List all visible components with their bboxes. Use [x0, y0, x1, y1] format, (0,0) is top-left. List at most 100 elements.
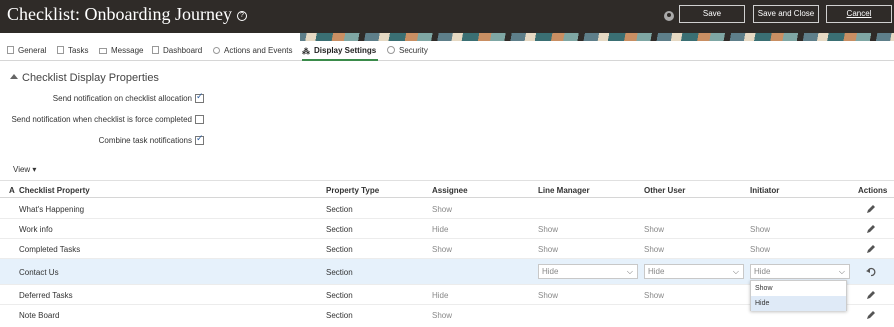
assignee-cell: Show	[432, 245, 453, 254]
table-row[interactable]: Work info Section Hide Show Show Show	[0, 219, 894, 239]
page-title-text: Checklist: Onboarding Journey	[7, 4, 232, 24]
tab-message[interactable]: Message	[99, 46, 143, 61]
tab-tasks[interactable]: Tasks	[57, 46, 88, 61]
collapse-triangle-icon[interactable]	[10, 74, 18, 79]
table-row[interactable]: Completed Tasks Section Show Show Show S…	[0, 239, 894, 259]
tab-dashboard-label: Dashboard	[163, 46, 203, 55]
dashboard-icon	[152, 46, 159, 54]
edit-pencil-icon[interactable]	[866, 244, 876, 254]
save-button[interactable]: Save	[679, 5, 745, 23]
tab-display-settings[interactable]: ⁂ Display Settings	[302, 46, 379, 61]
cancel-button[interactable]: Cancel	[826, 5, 892, 23]
initiator-select-value: Hide	[754, 267, 771, 276]
combine-notifications-checkbox[interactable]	[195, 134, 204, 145]
column-header-a[interactable]: A	[9, 186, 15, 195]
flag-notify-force-completed: Send notification when checklist is forc…	[0, 115, 204, 127]
property-cell: Note Board	[19, 311, 60, 320]
line-manager-select[interactable]: Hide ⌵	[538, 264, 638, 279]
property-cell: What's Happening	[19, 205, 85, 214]
column-header-other-user[interactable]: Other User	[644, 186, 685, 195]
initiator-dropdown-list: Show Hide	[750, 280, 847, 311]
line-manager-cell: Show	[538, 291, 559, 300]
type-cell: Section	[326, 268, 353, 277]
column-header-property[interactable]: Checklist Property	[19, 186, 90, 195]
type-cell: Section	[326, 311, 353, 320]
dropdown-option-show[interactable]: Show	[751, 281, 846, 296]
other-user-select[interactable]: Hide ⌵	[644, 264, 744, 279]
chevron-down-icon: ⌵	[732, 267, 739, 276]
edit-pencil-icon[interactable]	[866, 204, 876, 214]
flag-combine-notifications: Combine task notifications	[0, 134, 204, 148]
property-cell: Completed Tasks	[19, 245, 81, 254]
notify-force-completed-checkbox[interactable]	[195, 115, 204, 124]
tab-actions-label: Actions and Events	[224, 46, 293, 55]
page-title: Checklist: Onboarding Journey?	[7, 4, 247, 25]
save-and-close-label: Save and Close	[757, 9, 815, 18]
section-title: Checklist Display Properties	[22, 72, 159, 84]
initiator-select[interactable]: Hide ⌵	[750, 264, 850, 279]
tab-message-label: Message	[111, 46, 144, 55]
column-header-assignee[interactable]: Assignee	[432, 186, 468, 195]
dropdown-option-hide[interactable]: Hide	[751, 296, 846, 311]
edit-pencil-icon[interactable]	[866, 290, 876, 300]
notify-allocation-checkbox[interactable]	[195, 92, 204, 103]
tab-actions-and-events[interactable]: Actions and Events	[213, 46, 292, 61]
decorative-banner	[0, 33, 894, 41]
column-header-initiator[interactable]: Initiator	[750, 186, 779, 195]
assignee-cell: Show	[432, 311, 453, 320]
flag-label: Send notification on checklist allocatio…	[52, 94, 192, 103]
chevron-down-icon: ⌵	[838, 267, 845, 276]
message-icon	[99, 48, 107, 54]
type-cell: Section	[326, 291, 353, 300]
actions-icon	[213, 47, 220, 54]
tab-tasks-label: Tasks	[68, 46, 89, 55]
edit-pencil-icon[interactable]	[866, 224, 876, 234]
chevron-down-icon: ⌵	[626, 267, 633, 276]
table-row[interactable]: What's Happening Section Show	[0, 199, 894, 219]
other-user-select-value: Hide	[648, 267, 665, 276]
view-menu[interactable]: View ▾	[13, 165, 36, 174]
tasks-icon	[57, 46, 64, 54]
page-header: Checklist: Onboarding Journey? Save Save…	[0, 0, 894, 33]
assignee-cell: Show	[432, 205, 453, 214]
other-user-cell: Show	[644, 291, 665, 300]
property-cell: Deferred Tasks	[19, 291, 73, 300]
tab-dashboard[interactable]: Dashboard	[152, 46, 202, 61]
type-cell: Section	[326, 225, 353, 234]
initiator-cell: Show	[750, 245, 771, 254]
cancel-label: Cancel	[846, 9, 872, 18]
edit-pencil-icon[interactable]	[866, 310, 876, 320]
line-manager-cell: Show	[538, 245, 559, 254]
document-icon	[7, 46, 14, 54]
tab-security[interactable]: Security	[387, 46, 428, 61]
table-header: A Checklist Property Property Type Assig…	[0, 180, 894, 198]
column-header-type[interactable]: Property Type	[326, 186, 379, 195]
security-icon	[387, 46, 395, 54]
line-manager-select-value: Hide	[542, 267, 559, 276]
property-cell: Work info	[19, 225, 53, 234]
user-icon[interactable]	[664, 11, 674, 21]
flag-label: Combine task notifications	[98, 136, 192, 145]
section-header[interactable]: Checklist Display Properties	[10, 72, 159, 84]
type-cell: Section	[326, 245, 353, 254]
column-header-actions: Actions	[858, 186, 888, 195]
tab-bar: General Tasks Message Dashboard Actions …	[0, 41, 894, 61]
column-header-line-manager[interactable]: Line Manager	[538, 186, 590, 195]
save-and-close-button[interactable]: Save and Close	[753, 5, 819, 23]
flag-notify-allocation: Send notification on checklist allocatio…	[0, 92, 204, 106]
other-user-cell: Show	[644, 245, 665, 254]
flag-label: Send notification when checklist is forc…	[11, 115, 192, 124]
tab-general[interactable]: General	[7, 46, 46, 61]
help-icon[interactable]: ?	[236, 11, 247, 21]
property-cell: Contact Us	[19, 268, 59, 277]
type-cell: Section	[326, 205, 353, 214]
tab-security-label: Security	[399, 46, 428, 55]
assignee-cell: Hide	[432, 225, 449, 234]
tab-display-settings-label: Display Settings	[314, 46, 377, 55]
display-settings-icon: ⁂	[302, 47, 310, 56]
initiator-cell: Show	[750, 225, 771, 234]
assignee-cell: Hide	[432, 291, 449, 300]
other-user-cell: Show	[644, 225, 665, 234]
undo-icon[interactable]	[866, 267, 876, 277]
tab-general-label: General	[18, 46, 47, 55]
